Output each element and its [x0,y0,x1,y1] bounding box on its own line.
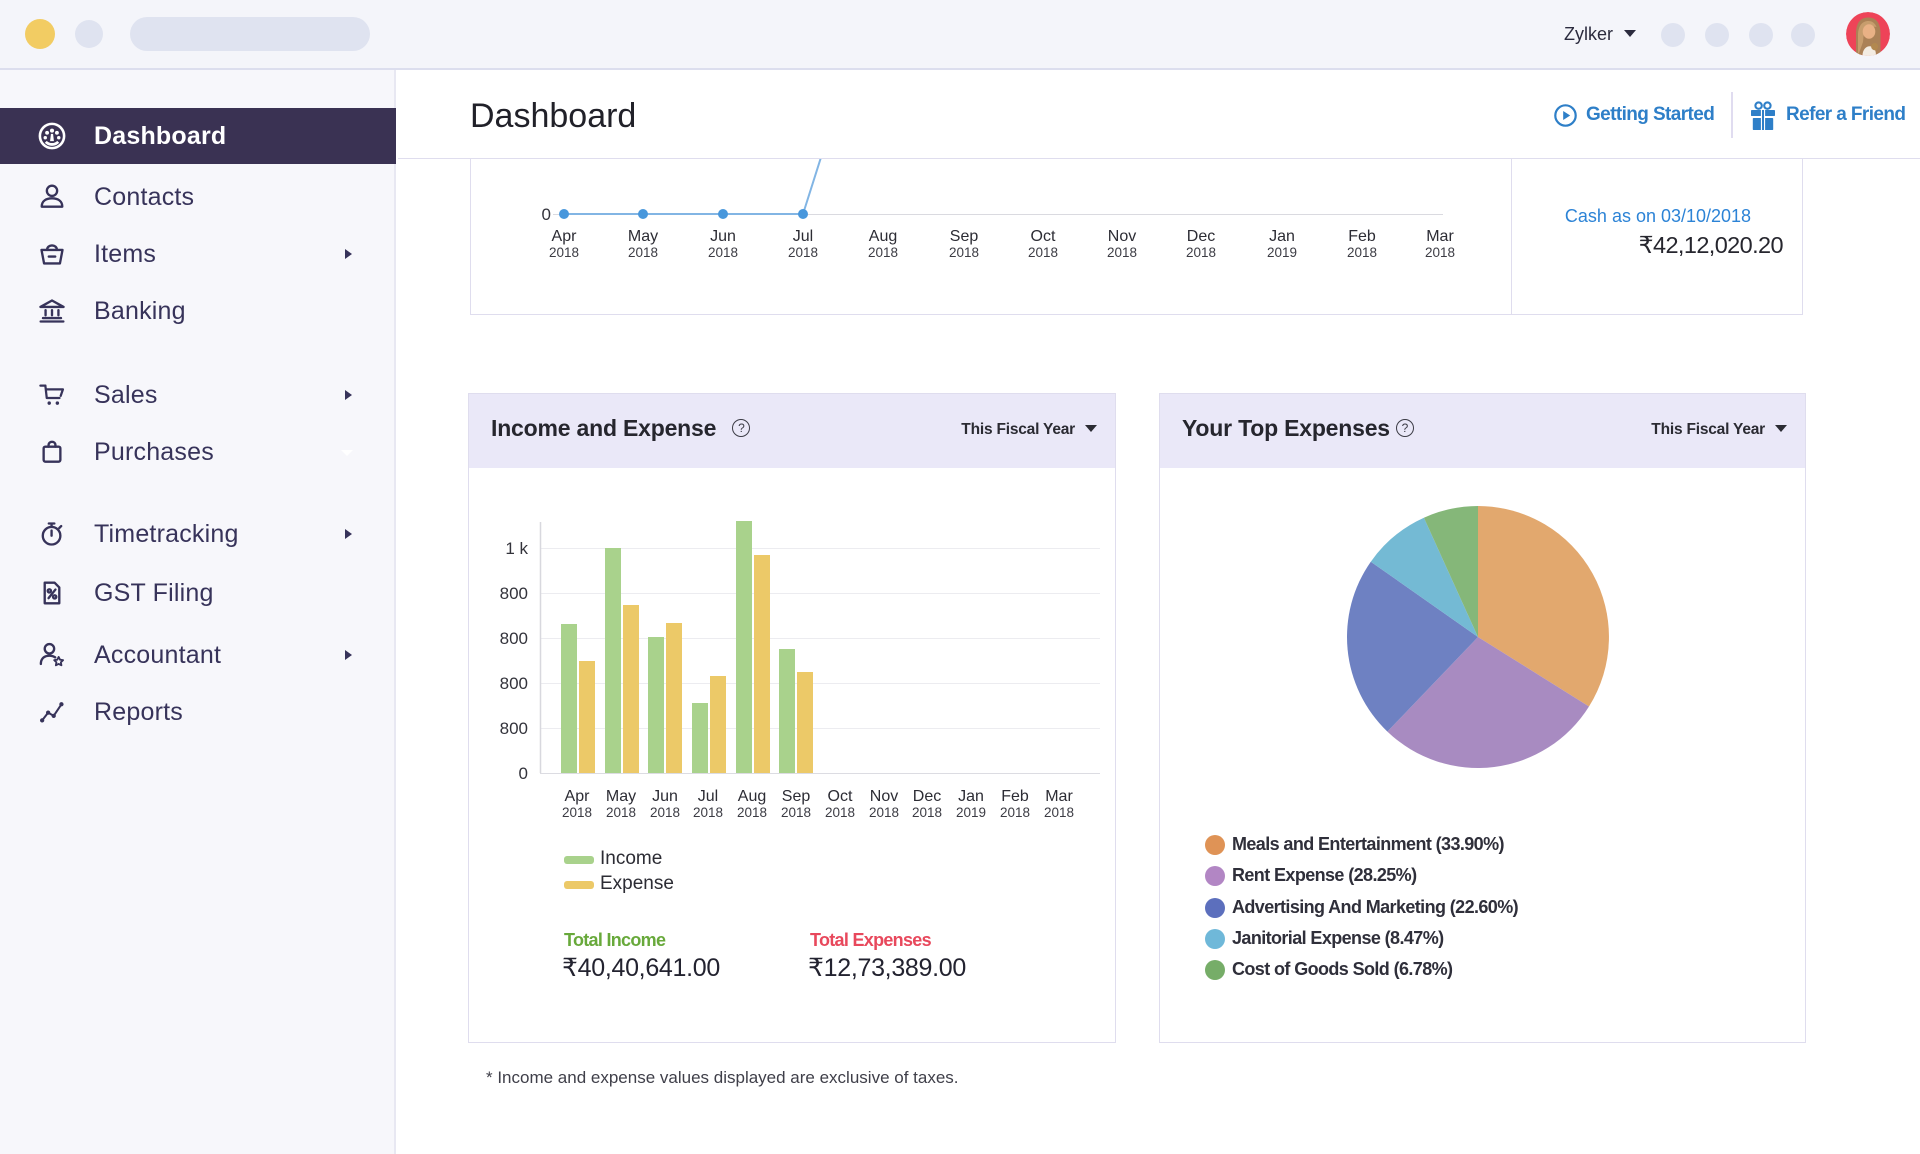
svg-text:800: 800 [500,584,528,603]
svg-text:2018: 2018 [708,245,738,260]
svg-text:2018: 2018 [737,805,767,820]
svg-text:Jul: Jul [793,228,813,245]
svg-text:2018: 2018 [606,805,636,820]
svg-text:Nov: Nov [1108,228,1136,245]
svg-text:Jan: Jan [1269,228,1295,245]
svg-text:2018: 2018 [788,245,818,260]
svg-text:800: 800 [500,674,528,693]
svg-text:2018: 2018 [650,805,680,820]
svg-text:2018: 2018 [912,805,942,820]
svg-text:2018: 2018 [1186,245,1216,260]
svg-text:Nov: Nov [870,788,898,805]
svg-text:2018: 2018 [1000,805,1030,820]
svg-text:2018: 2018 [1347,245,1377,260]
svg-text:Jun: Jun [710,228,736,245]
svg-text:Apr: Apr [565,788,591,805]
svg-text:Oct: Oct [1031,228,1056,245]
svg-text:2018: 2018 [825,805,855,820]
svg-text:Feb: Feb [1348,228,1376,245]
svg-text:2019: 2019 [1267,245,1297,260]
svg-text:May: May [606,788,636,805]
svg-text:2018: 2018 [949,245,979,260]
svg-text:Aug: Aug [738,788,766,805]
svg-text:Aug: Aug [869,228,897,245]
svg-text:Apr: Apr [552,228,578,245]
svg-text:2018: 2018 [1107,245,1137,260]
svg-text:2018: 2018 [1028,245,1058,260]
svg-text:0: 0 [519,764,528,783]
svg-text:Feb: Feb [1001,788,1029,805]
svg-text:2019: 2019 [956,805,986,820]
svg-text:2018: 2018 [869,805,899,820]
svg-text:1 k: 1 k [505,539,528,558]
svg-text:Jun: Jun [652,788,678,805]
svg-text:Mar: Mar [1426,228,1454,245]
svg-text:2018: 2018 [693,805,723,820]
svg-text:May: May [628,228,658,245]
svg-text:Dec: Dec [913,788,941,805]
svg-text:Sep: Sep [950,228,979,245]
svg-text:2018: 2018 [628,245,658,260]
svg-text:Mar: Mar [1045,788,1073,805]
svg-text:2018: 2018 [1044,805,1074,820]
svg-text:Sep: Sep [782,788,811,805]
svg-text:Jan: Jan [958,788,984,805]
svg-text:Oct: Oct [828,788,853,805]
svg-text:2018: 2018 [549,245,579,260]
svg-text:800: 800 [500,629,528,648]
svg-text:2018: 2018 [1425,245,1455,260]
svg-text:0: 0 [542,205,551,224]
svg-text:2018: 2018 [781,805,811,820]
svg-text:Dec: Dec [1187,228,1215,245]
svg-text:2018: 2018 [868,245,898,260]
svg-text:Jul: Jul [698,788,718,805]
svg-text:2018: 2018 [562,805,592,820]
svg-text:800: 800 [500,719,528,738]
